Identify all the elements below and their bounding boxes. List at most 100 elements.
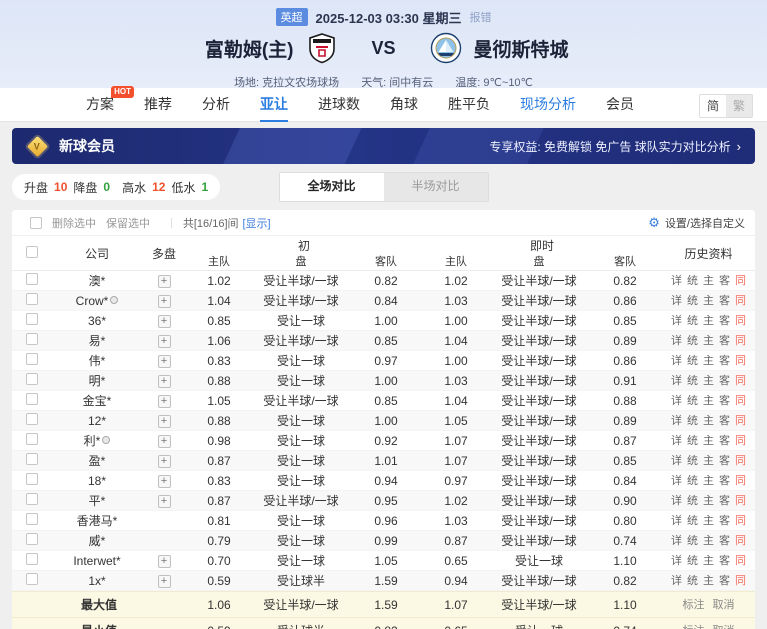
nav-item-asian-handicap[interactable]: 亚让 bbox=[260, 88, 288, 122]
company-name[interactable]: 澳* bbox=[52, 271, 142, 291]
history-link-away[interactable]: 客 bbox=[719, 571, 730, 591]
history-link-stats[interactable]: 统 bbox=[687, 491, 698, 511]
row-checkbox[interactable] bbox=[26, 373, 38, 385]
cancel-link[interactable]: 取消 bbox=[713, 592, 735, 618]
nav-item-corners[interactable]: 角球 bbox=[390, 88, 418, 122]
expand-plus-button[interactable]: + bbox=[158, 575, 171, 588]
nav-item-live-analysis[interactable]: 现场分析 bbox=[520, 88, 576, 122]
company-name[interactable]: 香港马* bbox=[52, 511, 142, 531]
history-link-same[interactable]: 同 bbox=[735, 311, 746, 331]
show-link[interactable]: [显示] bbox=[243, 215, 271, 231]
company-name[interactable]: 1x* bbox=[52, 571, 142, 591]
expand-plus-button[interactable]: + bbox=[158, 455, 171, 468]
history-link-stats[interactable]: 统 bbox=[687, 271, 698, 291]
history-link-away[interactable]: 客 bbox=[719, 431, 730, 451]
history-link-detail[interactable]: 详 bbox=[671, 531, 682, 551]
company-name[interactable]: 36* bbox=[52, 311, 142, 331]
nav-item-recommend[interactable]: 推荐 bbox=[144, 88, 172, 122]
company-name[interactable]: 易* bbox=[52, 331, 142, 351]
history-link-same[interactable]: 同 bbox=[735, 531, 746, 551]
report-error-link[interactable]: 报错 bbox=[469, 9, 491, 25]
expand-plus-button[interactable]: + bbox=[158, 375, 171, 388]
tab-half-match[interactable]: 半场对比 bbox=[384, 173, 488, 201]
history-link-away[interactable]: 客 bbox=[719, 511, 730, 531]
row-checkbox[interactable] bbox=[26, 273, 38, 285]
history-link-stats[interactable]: 统 bbox=[687, 511, 698, 531]
history-link-same[interactable]: 同 bbox=[735, 351, 746, 371]
history-link-same[interactable]: 同 bbox=[735, 431, 746, 451]
expand-plus-button[interactable]: + bbox=[158, 395, 171, 408]
history-link-same[interactable]: 同 bbox=[735, 331, 746, 351]
company-name[interactable]: 平* bbox=[52, 491, 142, 511]
history-link-detail[interactable]: 详 bbox=[671, 491, 682, 511]
lang-traditional-button[interactable]: 繁 bbox=[726, 95, 752, 117]
history-link-home[interactable]: 主 bbox=[703, 471, 714, 491]
history-link-same[interactable]: 同 bbox=[735, 411, 746, 431]
history-link-home[interactable]: 主 bbox=[703, 271, 714, 291]
history-link-same[interactable]: 同 bbox=[735, 571, 746, 591]
nav-item-plans[interactable]: 方案HOT bbox=[86, 88, 114, 122]
expand-plus-button[interactable]: + bbox=[158, 555, 171, 568]
history-link-detail[interactable]: 详 bbox=[671, 271, 682, 291]
history-link-detail[interactable]: 详 bbox=[671, 351, 682, 371]
expand-plus-button[interactable]: + bbox=[158, 315, 171, 328]
gear-icon[interactable]: ⚙ bbox=[648, 215, 660, 231]
vip-banner[interactable]: V 新球会员 专享权益: 免费解锁 免广告 球队实力对比分析 › bbox=[12, 128, 755, 164]
tab-full-match[interactable]: 全场对比 bbox=[280, 173, 384, 201]
select-all-header-checkbox[interactable] bbox=[26, 246, 38, 258]
row-checkbox[interactable] bbox=[26, 493, 38, 505]
nav-item-win-draw-lose[interactable]: 胜平负 bbox=[448, 88, 490, 122]
row-checkbox[interactable] bbox=[26, 533, 38, 545]
history-link-stats[interactable]: 统 bbox=[687, 431, 698, 451]
company-name[interactable]: 威* bbox=[52, 531, 142, 551]
expand-plus-button[interactable]: + bbox=[158, 275, 171, 288]
history-link-detail[interactable]: 详 bbox=[671, 411, 682, 431]
row-checkbox[interactable] bbox=[26, 513, 38, 525]
history-link-home[interactable]: 主 bbox=[703, 511, 714, 531]
history-link-home[interactable]: 主 bbox=[703, 531, 714, 551]
history-link-detail[interactable]: 详 bbox=[671, 471, 682, 491]
history-link-detail[interactable]: 详 bbox=[671, 571, 682, 591]
cancel-link[interactable]: 取消 bbox=[713, 618, 735, 629]
history-link-home[interactable]: 主 bbox=[703, 391, 714, 411]
company-name[interactable]: 18* bbox=[52, 471, 142, 491]
company-name[interactable]: 12* bbox=[52, 411, 142, 431]
lang-simplified-button[interactable]: 简 bbox=[700, 95, 726, 117]
row-checkbox[interactable] bbox=[26, 333, 38, 345]
nav-item-membership[interactable]: 会员 bbox=[606, 88, 634, 122]
expand-plus-button[interactable]: + bbox=[158, 495, 171, 508]
row-checkbox[interactable] bbox=[26, 313, 38, 325]
history-link-detail[interactable]: 详 bbox=[671, 311, 682, 331]
company-name[interactable]: 明* bbox=[52, 371, 142, 391]
settings-customize-link[interactable]: 设置/选择自定义 bbox=[665, 215, 745, 231]
history-link-home[interactable]: 主 bbox=[703, 491, 714, 511]
company-name[interactable]: 盈* bbox=[52, 451, 142, 471]
history-link-away[interactable]: 客 bbox=[719, 271, 730, 291]
history-link-away[interactable]: 客 bbox=[719, 471, 730, 491]
history-link-detail[interactable]: 详 bbox=[671, 371, 682, 391]
history-link-away[interactable]: 客 bbox=[719, 531, 730, 551]
history-link-away[interactable]: 客 bbox=[719, 311, 730, 331]
history-link-stats[interactable]: 统 bbox=[687, 371, 698, 391]
history-link-detail[interactable]: 详 bbox=[671, 551, 682, 571]
history-link-same[interactable]: 同 bbox=[735, 491, 746, 511]
expand-plus-button[interactable]: + bbox=[158, 415, 171, 428]
history-link-away[interactable]: 客 bbox=[719, 371, 730, 391]
history-link-stats[interactable]: 统 bbox=[687, 411, 698, 431]
history-link-stats[interactable]: 统 bbox=[687, 291, 698, 311]
company-name[interactable]: Crow* bbox=[52, 291, 142, 311]
expand-plus-button[interactable]: + bbox=[158, 335, 171, 348]
company-name[interactable]: 伟* bbox=[52, 351, 142, 371]
history-link-away[interactable]: 客 bbox=[719, 291, 730, 311]
row-checkbox[interactable] bbox=[26, 473, 38, 485]
history-link-away[interactable]: 客 bbox=[719, 391, 730, 411]
history-link-same[interactable]: 同 bbox=[735, 291, 746, 311]
history-link-detail[interactable]: 详 bbox=[671, 291, 682, 311]
company-name[interactable]: 利* bbox=[52, 431, 142, 451]
keep-selected-link[interactable]: 保留选中 bbox=[106, 215, 150, 231]
history-link-home[interactable]: 主 bbox=[703, 371, 714, 391]
company-name[interactable]: 金宝* bbox=[52, 391, 142, 411]
history-link-detail[interactable]: 详 bbox=[671, 391, 682, 411]
row-checkbox[interactable] bbox=[26, 573, 38, 585]
history-link-stats[interactable]: 统 bbox=[687, 551, 698, 571]
